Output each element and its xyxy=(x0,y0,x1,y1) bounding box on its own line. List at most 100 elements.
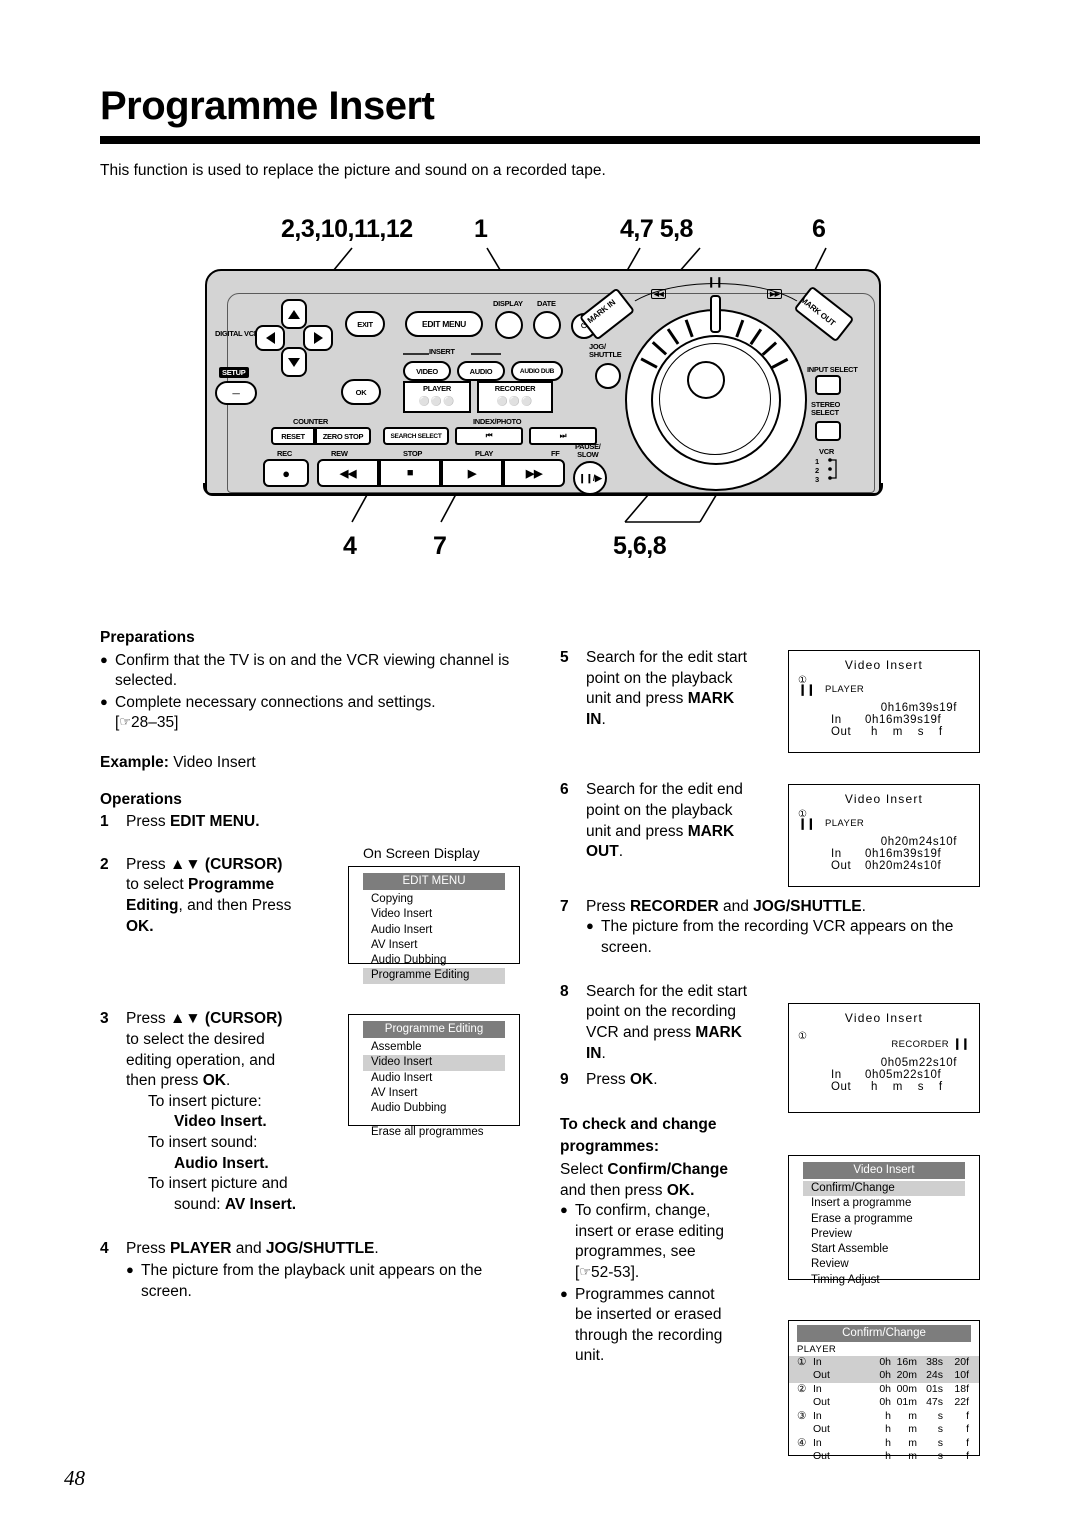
osd-video-insert-menu-item-selected[interactable]: Confirm/Change xyxy=(803,1181,965,1197)
pause-slow-button[interactable]: ❙❙/▶ xyxy=(573,461,607,495)
reset-button[interactable]: RESET xyxy=(271,427,315,445)
ff-button[interactable]: ▶▶ xyxy=(503,459,565,487)
bullet-dot-icon: ● xyxy=(560,1285,568,1301)
in-out-label-cell: Out xyxy=(813,1423,830,1436)
insert-audio-button[interactable]: AUDIO xyxy=(457,361,505,381)
cursor-right-button[interactable] xyxy=(303,325,333,351)
table-row[interactable]: Out 0h 20m 24s 10f xyxy=(789,1369,979,1383)
table-row[interactable]: ① In 0h 16m 38s 20f xyxy=(789,1356,979,1370)
table-row[interactable]: Out h m s f xyxy=(789,1450,979,1463)
check-and-change-section: To check and change programmes: Select C… xyxy=(560,1115,775,1367)
vcr-selector-switch-icon[interactable] xyxy=(823,457,845,485)
step-3-sub2: To insert sound: xyxy=(148,1133,258,1151)
hours-cell: 0h xyxy=(866,1356,892,1370)
insert-audio-dub-button[interactable]: AUDIO DUB xyxy=(511,361,563,381)
jog-dial-knob[interactable] xyxy=(687,361,725,399)
check-heading-line1: To check and change xyxy=(560,1115,717,1133)
cursor-down-button[interactable] xyxy=(281,347,307,377)
preparation-page-ref: 28–35 xyxy=(130,714,175,732)
osd-video-insert-menu-item[interactable]: Review xyxy=(789,1257,979,1272)
rew-label: REW xyxy=(331,449,348,458)
osd-step6-unit-label: PLAYER xyxy=(825,818,865,829)
osd-programme-editing-item[interactable]: Audio Insert xyxy=(349,1071,519,1086)
step-5-number: 5 xyxy=(560,649,569,666)
index-rev-button[interactable]: ⏮ xyxy=(455,427,523,445)
jog-dial-inner[interactable] xyxy=(659,343,771,455)
osd-erase-all-programmes-item[interactable]: Erase all programmes xyxy=(349,1125,519,1140)
osd-edit-menu-item[interactable]: AV Insert xyxy=(349,938,519,953)
cursor-pad[interactable] xyxy=(255,299,333,377)
osd-edit-menu-item[interactable]: Copying xyxy=(349,892,519,907)
osd-edit-menu-item[interactable]: Audio Insert xyxy=(349,923,519,938)
osd-programme-editing-item-selected[interactable]: Video Insert xyxy=(363,1055,505,1071)
osd-edit-menu-item[interactable]: Video Insert xyxy=(349,907,519,922)
rec-button[interactable]: ● xyxy=(263,459,309,487)
step-3-sub1: To insert picture: xyxy=(148,1092,262,1110)
osd-step6-title: Video Insert xyxy=(844,792,924,806)
callout-4-bottom: 4 xyxy=(343,532,357,560)
insert-video-button[interactable]: VIDEO xyxy=(403,361,451,381)
zero-stop-button[interactable]: ZERO STOP xyxy=(315,427,371,445)
callout-5-6-8-bottom: 5,6,8 xyxy=(613,532,667,560)
player-button[interactable]: PLAYER ⚪⚪⚪ xyxy=(403,381,471,413)
table-row[interactable]: ② In 0h 00m 01s 18f xyxy=(789,1383,979,1396)
osd-programme-editing-item[interactable]: Assemble xyxy=(349,1040,519,1055)
minutes-cell: 16m xyxy=(892,1356,918,1370)
osd-video-insert-menu-item[interactable]: Insert a programme xyxy=(789,1196,979,1211)
step-4-bullet-text: The picture from the playback unit appea… xyxy=(141,1262,483,1300)
jog-shuttle-dial[interactable] xyxy=(625,295,807,491)
check-press-line: and then press OK. xyxy=(560,1181,775,1202)
cursor-left-button[interactable] xyxy=(255,325,285,351)
step-2-l3a: , and then Press xyxy=(178,897,292,915)
vcr-control-panel-figure: DIGITAL VCR SETUP — EXIT OK EDIT MENU DI… xyxy=(195,255,895,515)
osd-video-insert-menu-item[interactable]: Timing Adjust xyxy=(789,1273,979,1288)
date-button[interactable] xyxy=(533,311,561,339)
vcr-position-1: 1 xyxy=(815,457,819,466)
step-7-e: . xyxy=(861,897,866,915)
table-row[interactable]: Out 0h 01m 47s 22f xyxy=(789,1396,979,1409)
play-button[interactable]: ▶ xyxy=(441,459,503,487)
preparations-heading: Preparations xyxy=(100,629,195,646)
input-select-button[interactable] xyxy=(815,375,841,395)
step-5-l3b: MARK xyxy=(687,690,735,708)
ok-button[interactable]: OK xyxy=(341,379,381,405)
cursor-up-button[interactable] xyxy=(281,299,307,329)
step-5-l2: point on the playback xyxy=(586,669,733,687)
osd-video-insert-step5: Video Insert ① ❙❙ PLAYER 0h16m39s19f In … xyxy=(788,650,980,753)
osd-edit-menu-item-selected[interactable]: Programme Editing xyxy=(363,968,505,984)
vcr-position-3: 3 xyxy=(815,475,819,484)
osd-programme-editing-item[interactable]: AV Insert xyxy=(349,1086,519,1101)
recorder-button[interactable]: RECORDER ⚪⚪⚪ xyxy=(477,381,553,413)
step-3-number: 3 xyxy=(100,1010,109,1028)
arc-rev-icon: ◀◀ xyxy=(651,289,667,299)
table-row[interactable]: Out h m s f xyxy=(789,1423,979,1436)
step-4-c: and xyxy=(231,1240,266,1258)
check-b2-l4: unit. xyxy=(575,1347,605,1365)
check-b1-l1: To confirm, change, xyxy=(575,1202,711,1220)
table-row[interactable]: ③ In h m s f xyxy=(789,1410,979,1423)
stop-button[interactable]: ■ xyxy=(379,459,441,487)
check-bullet-1-text: To confirm, change, insert or erase edit… xyxy=(575,1202,725,1282)
exit-button[interactable]: EXIT xyxy=(345,311,385,337)
display-button[interactable] xyxy=(495,311,523,339)
osd-video-insert-menu-item[interactable]: Preview xyxy=(789,1227,979,1242)
jog-shuttle-button[interactable] xyxy=(595,363,621,389)
osd-edit-menu-item[interactable]: Audio Dubbing xyxy=(349,953,519,968)
osd-video-insert-menu-item[interactable]: Erase a programme xyxy=(789,1212,979,1227)
search-select-button[interactable]: SEARCH SELECT xyxy=(383,427,449,445)
play-label: PLAY xyxy=(475,449,494,458)
rew-button[interactable]: ◀◀ xyxy=(317,459,379,487)
stereo-select-button[interactable] xyxy=(815,421,841,441)
minutes-cell: m xyxy=(908,1423,917,1436)
osd-video-insert-menu-item[interactable]: Start Assemble xyxy=(789,1242,979,1257)
jog-dial-pointer xyxy=(710,295,721,333)
hours-cell: 0h xyxy=(866,1369,892,1383)
step-3-l4a: then press xyxy=(126,1072,203,1090)
bullet-dot-icon: ● xyxy=(586,918,594,934)
setup-button[interactable]: — xyxy=(215,381,257,405)
edit-menu-button[interactable]: EDIT MENU xyxy=(405,311,483,337)
seconds-cell: s xyxy=(937,1436,943,1449)
table-row[interactable]: ④ In h m s f xyxy=(789,1437,979,1450)
panel-body: DIGITAL VCR SETUP — EXIT OK EDIT MENU DI… xyxy=(205,269,881,495)
osd-programme-editing-item[interactable]: Audio Dubbing xyxy=(349,1101,519,1116)
